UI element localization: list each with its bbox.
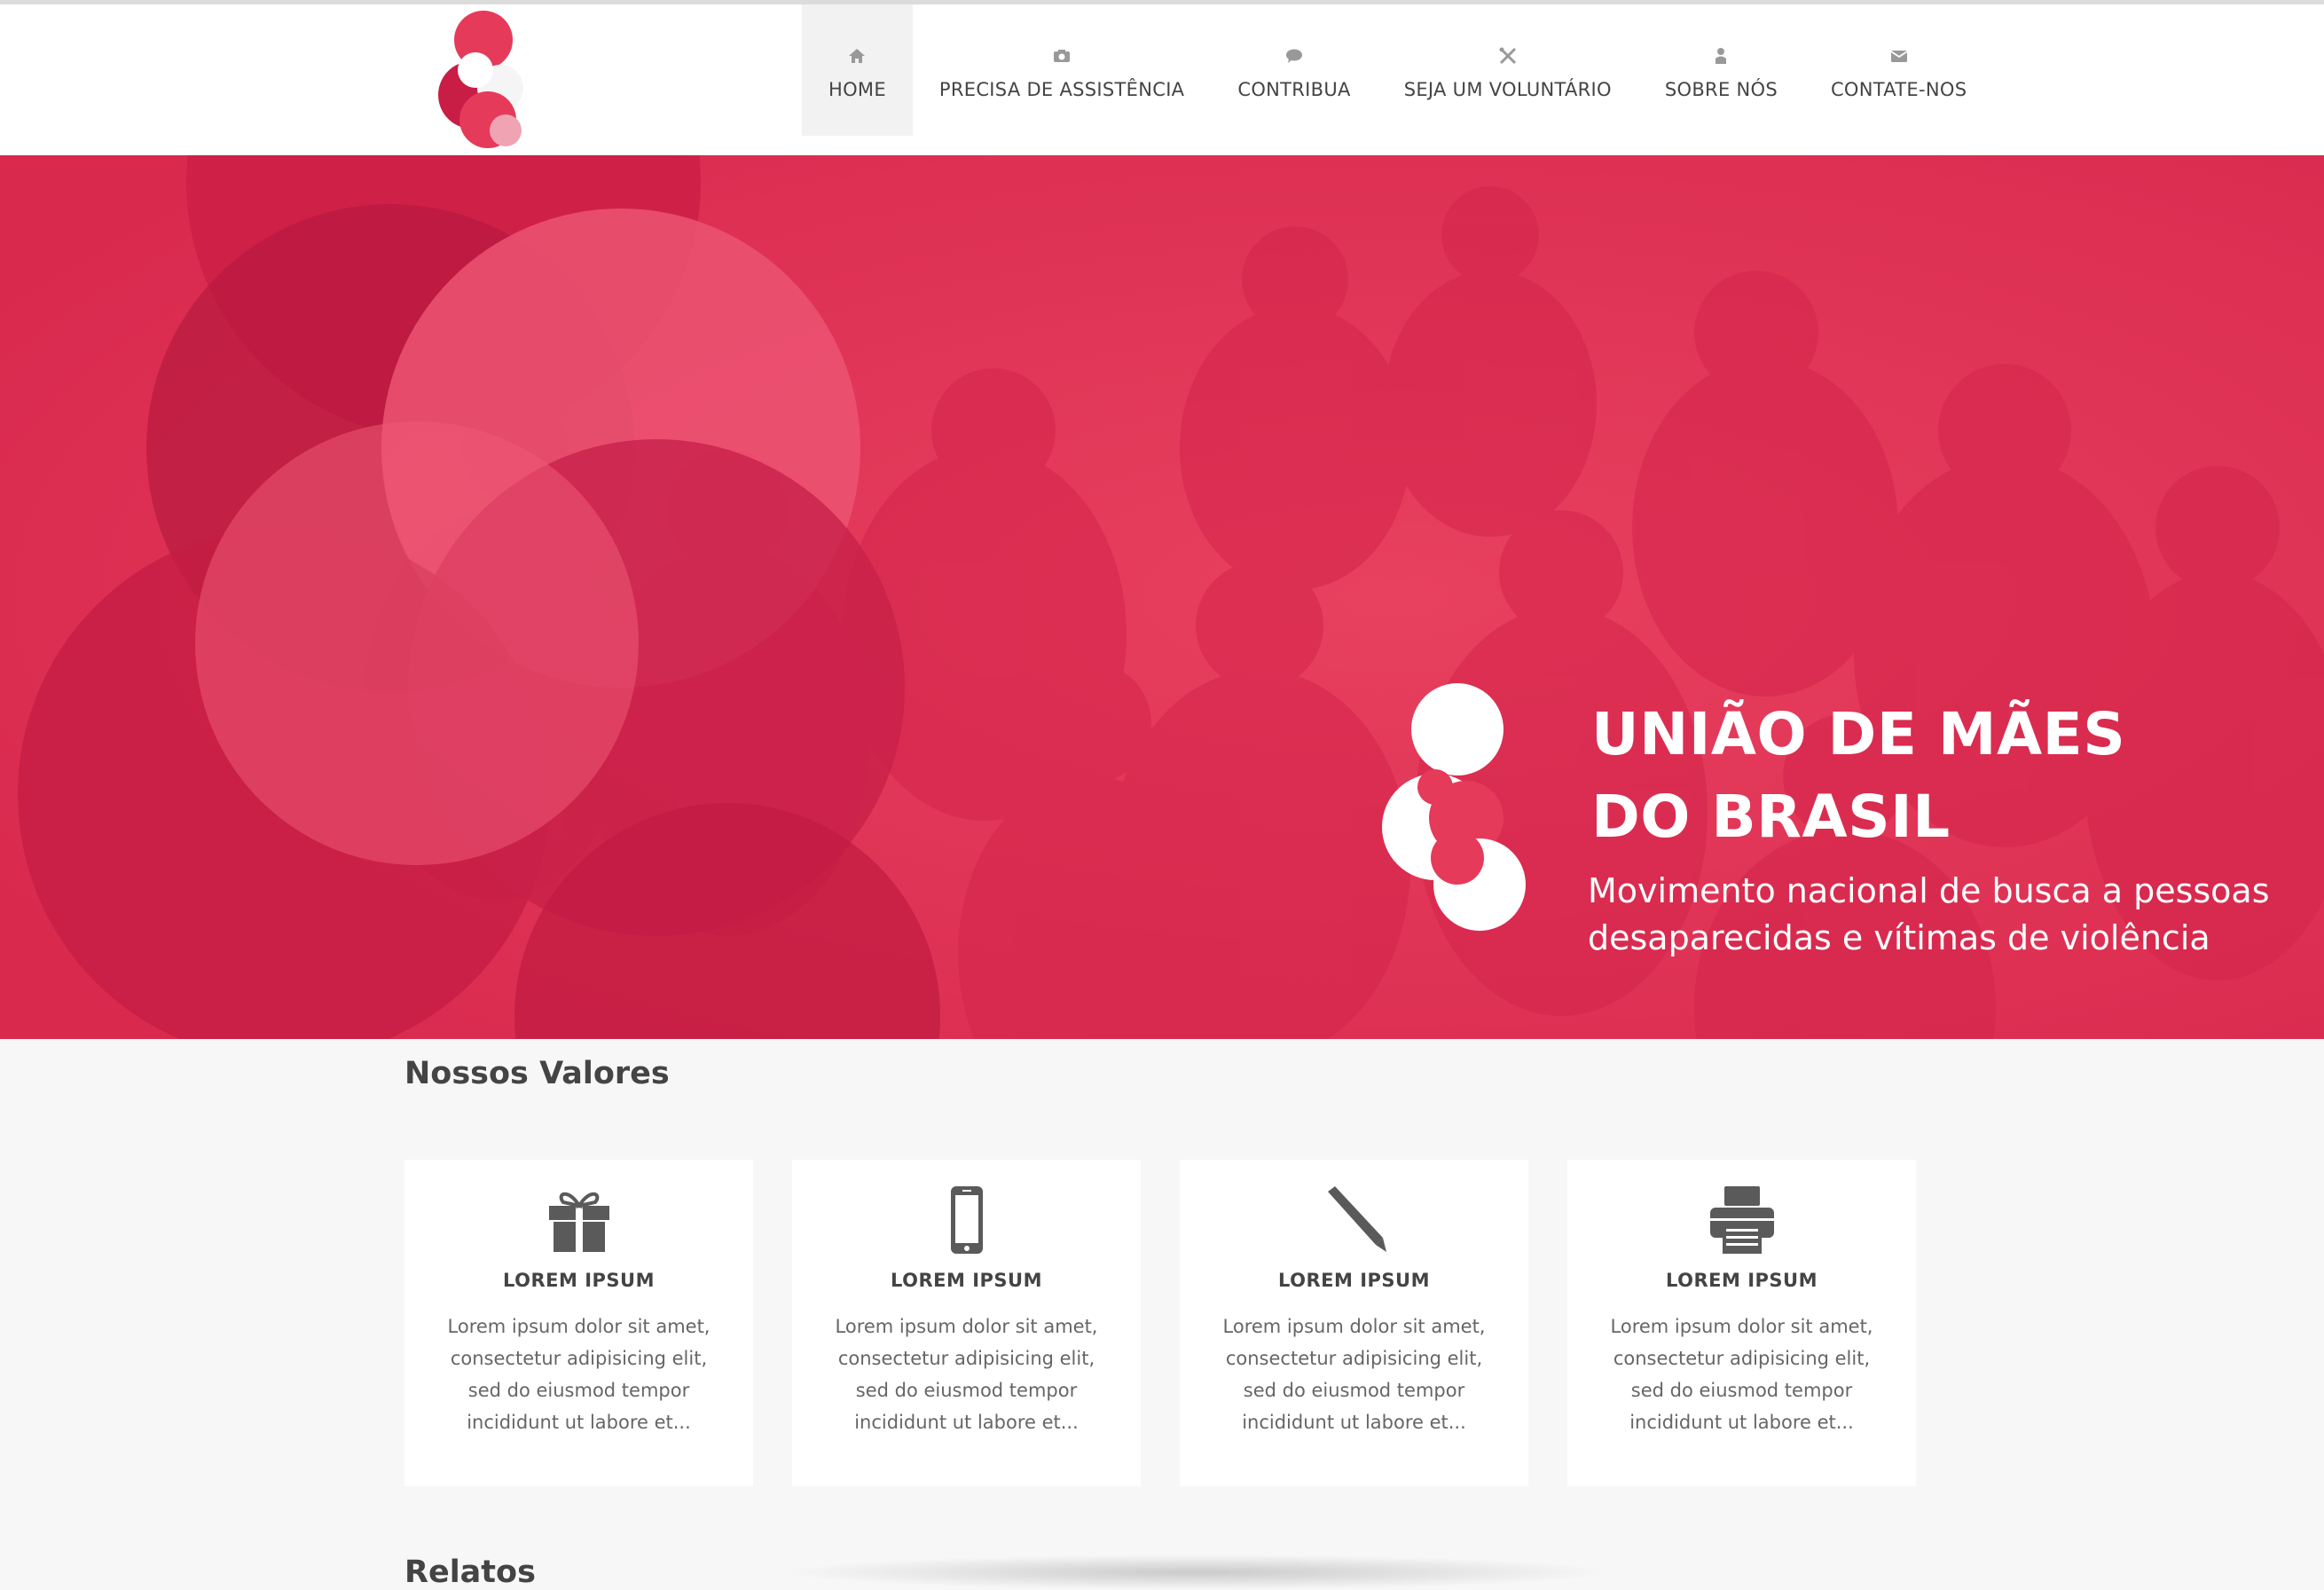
hero-subtitle-line-1: Movimento nacional de busca a pessoas (1588, 871, 2270, 910)
nav-item-label: SOBRE NÓS (1664, 79, 1778, 100)
nav-item-seja-um-voluntario[interactable]: SEJA UM VOLUNTÁRIO (1378, 4, 1638, 136)
hero-title-line-2: DO BRASIL (1591, 783, 1951, 851)
hero-title: UNIÃO DE MÃES DO BRASIL (1591, 693, 2125, 858)
hero-logo (1382, 683, 1526, 931)
value-card[interactable]: LOREM IPSUM Lorem ipsum dolor sit amet, … (1180, 1160, 1528, 1486)
value-card-text: Lorem ipsum dolor sit amet, consectetur … (447, 1316, 711, 1433)
value-card-title: LOREM IPSUM (1666, 1270, 1818, 1291)
value-card[interactable]: LOREM IPSUM Lorem ipsum dolor sit amet, … (792, 1160, 1141, 1486)
section-shadow (781, 1555, 1614, 1590)
site-logo[interactable] (435, 6, 532, 153)
hero-title-line-1: UNIÃO DE MÃES (1591, 700, 2126, 768)
gift-icon (548, 1192, 609, 1252)
tools-icon (1499, 47, 1516, 65)
value-card-title: LOREM IPSUM (503, 1270, 655, 1291)
value-card-title: LOREM IPSUM (891, 1270, 1042, 1291)
user-icon (1716, 48, 1727, 64)
nav-item-label: HOME (828, 79, 886, 100)
camera-icon (1054, 50, 1071, 62)
values-section-title: Nossos Valores (404, 1056, 670, 1091)
value-card[interactable]: LOREM IPSUM Lorem ipsum dolor sit amet, … (1567, 1160, 1916, 1486)
value-card-title: LOREM IPSUM (1278, 1270, 1430, 1291)
mobile-phone-icon (950, 1186, 983, 1254)
value-card[interactable]: LOREM IPSUM Lorem ipsum dolor sit amet, … (404, 1160, 753, 1486)
value-card-text: Lorem ipsum dolor sit amet, consectetur … (1222, 1316, 1486, 1433)
chat-bubble-icon (1286, 49, 1303, 63)
nav-item-label: SEJA UM VOLUNTÁRIO (1403, 79, 1612, 100)
nav-item-home[interactable]: HOME (802, 4, 913, 136)
nav-item-label: CONTRIBUA (1237, 79, 1351, 100)
nav-item-label: CONTATE-NOS (1830, 79, 1967, 100)
nav-item-sobre-nos[interactable]: SOBRE NÓS (1638, 4, 1804, 136)
value-card-text: Lorem ipsum dolor sit amet, consectetur … (835, 1316, 1098, 1433)
nav-item-label: PRECISA DE ASSISTÊNCIA (938, 79, 1185, 100)
values-cards: LOREM IPSUM Lorem ipsum dolor sit amet, … (404, 1160, 1916, 1486)
nav-item-precisa-de-assistencia[interactable]: PRECISA DE ASSISTÊNCIA (913, 4, 1211, 136)
pencil-icon (1327, 1186, 1386, 1252)
nav-item-contate-nos[interactable]: CONTATE-NOS (1804, 4, 1993, 136)
hero-banner: UNIÃO DE MÃES DO BRASIL Movimento nacion… (0, 155, 2324, 1039)
site-header: HOME PRECISA DE ASSISTÊNCIA CONTRIBUA SE… (0, 4, 2324, 155)
main-nav: HOME PRECISA DE ASSISTÊNCIA CONTRIBUA SE… (802, 4, 1993, 136)
value-card-text: Lorem ipsum dolor sit amet, consectetur … (1610, 1316, 1873, 1433)
printer-icon (1709, 1186, 1774, 1254)
hero-subtitle-line-2: desaparecidas e vítimas de violência (1588, 918, 2210, 957)
nav-item-contribua[interactable]: CONTRIBUA (1211, 4, 1377, 136)
relatos-section-title: Relatos (404, 1555, 536, 1590)
hero-subtitle: Movimento nacional de busca a pessoas de… (1588, 868, 2297, 962)
envelope-icon (1890, 51, 1908, 62)
home-icon (849, 49, 866, 63)
